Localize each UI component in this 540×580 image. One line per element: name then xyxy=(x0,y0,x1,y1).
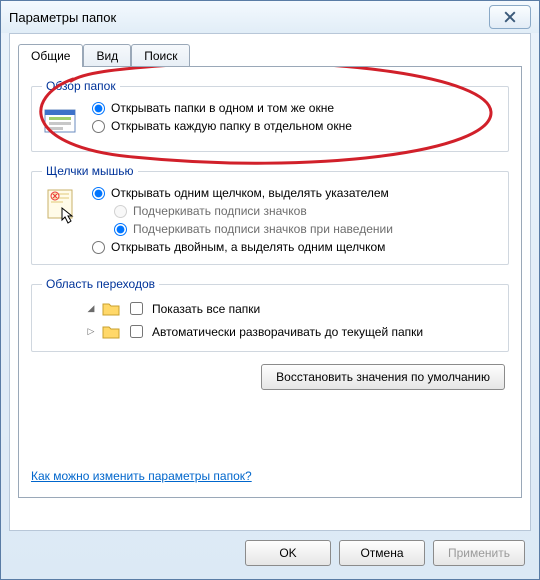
tree-row-show-all: ◢ Показать все папки xyxy=(86,299,498,318)
titlebar: Параметры папок xyxy=(1,1,539,33)
folder-icon xyxy=(102,324,120,340)
tree-twisty-expand-icon[interactable]: ▷ xyxy=(86,326,96,337)
folder-options-window: Параметры папок Общие Вид Поиск Обзор па… xyxy=(0,0,540,580)
radio-single-click[interactable] xyxy=(92,187,105,200)
opt-double-click[interactable]: Открывать двойным, а выделять одним щелч… xyxy=(92,240,393,254)
tab-general[interactable]: Общие xyxy=(18,44,83,67)
opt-same-window[interactable]: Открывать папки в одном и том же окне xyxy=(92,101,352,115)
tabstrip: Общие Вид Поиск xyxy=(10,40,530,66)
apply-button[interactable]: Применить xyxy=(433,540,525,566)
group-click-behaviour: Щелчки мышью От xyxy=(31,164,509,265)
opt-underline-hover[interactable]: Подчеркивать подписи значков при наведен… xyxy=(114,222,393,236)
folder-icon xyxy=(102,301,120,317)
restore-row: Восстановить значения по умолчанию xyxy=(31,364,509,390)
radio-double-click[interactable] xyxy=(92,241,105,254)
close-icon xyxy=(504,11,516,23)
tab-view[interactable]: Вид xyxy=(83,44,131,67)
radio-underline-hover[interactable] xyxy=(114,223,127,236)
radio-same-window[interactable] xyxy=(92,102,105,115)
tabpanel-general: Обзор папок Отк xyxy=(18,66,522,498)
radio-underline-always[interactable] xyxy=(114,205,127,218)
close-button[interactable] xyxy=(489,5,531,29)
opt-underline-always[interactable]: Подчеркивать подписи значков xyxy=(114,204,393,218)
group-browse-legend: Обзор папок xyxy=(42,79,120,93)
dialog-footer: OK Отмена Применить xyxy=(9,535,531,571)
restore-defaults-button[interactable]: Восстановить значения по умолчанию xyxy=(261,364,505,390)
group-click-legend: Щелчки мышью xyxy=(42,164,138,178)
tab-search[interactable]: Поиск xyxy=(131,44,190,67)
chk-show-all-folders[interactable] xyxy=(130,302,143,315)
click-behaviour-icon xyxy=(42,186,82,226)
group-nav-legend: Область переходов xyxy=(42,277,159,291)
dialog-body: Общие Вид Поиск Обзор папок xyxy=(9,33,531,531)
group-browse-folders: Обзор папок Отк xyxy=(31,79,509,152)
tree-twisty-collapsed-icon[interactable]: ◢ xyxy=(86,303,96,314)
browse-folders-icon xyxy=(42,101,82,141)
cancel-button[interactable]: Отмена xyxy=(339,540,425,566)
opt-single-click[interactable]: Открывать одним щелчком, выделять указат… xyxy=(92,186,393,200)
radio-new-window[interactable] xyxy=(92,120,105,133)
group-navigation-pane: Область переходов ◢ Показать все папки ▷… xyxy=(31,277,509,352)
opt-new-window[interactable]: Открывать каждую папку в отдельном окне xyxy=(92,119,352,133)
help-link[interactable]: Как можно изменить параметры папок? xyxy=(31,469,252,483)
window-title: Параметры папок xyxy=(9,10,489,25)
ok-button[interactable]: OK xyxy=(245,540,331,566)
tree-row-auto-expand: ▷ Автоматически разворачивать до текущей… xyxy=(86,322,498,341)
chk-auto-expand[interactable] xyxy=(130,325,143,338)
